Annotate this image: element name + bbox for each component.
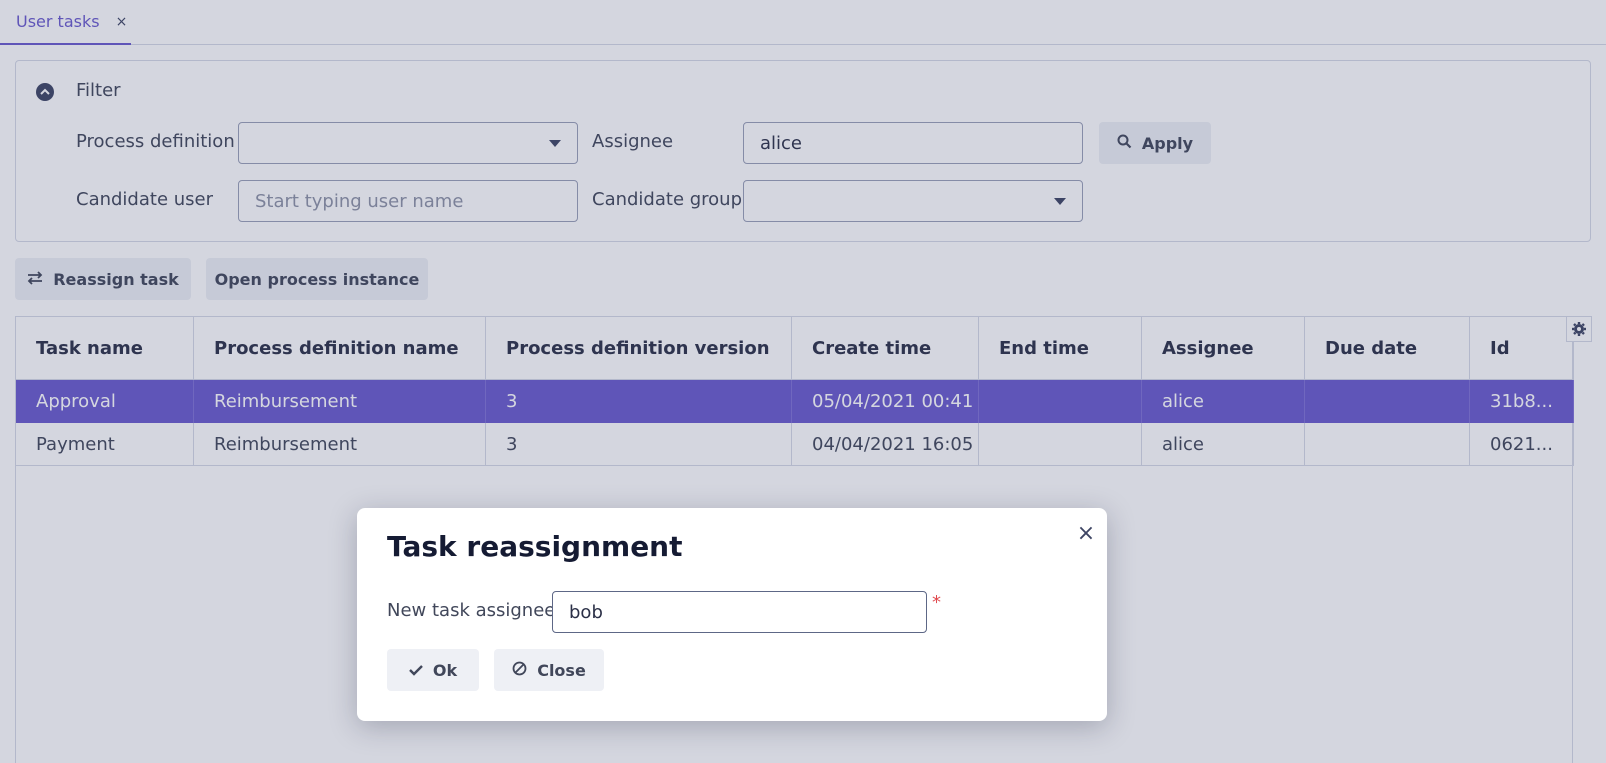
check-icon bbox=[409, 661, 423, 680]
task-reassignment-dialog: Task reassignment × New task assignee bo… bbox=[357, 508, 1107, 721]
close-icon[interactable]: × bbox=[1075, 521, 1097, 546]
new-assignee-label: New task assignee bbox=[387, 600, 556, 621]
required-indicator: * bbox=[932, 592, 941, 613]
ban-icon bbox=[512, 661, 527, 680]
close-button[interactable]: Close bbox=[494, 649, 604, 691]
ok-button[interactable]: Ok bbox=[387, 649, 479, 691]
dialog-title: Task reassignment bbox=[387, 530, 683, 563]
new-assignee-input[interactable]: bob bbox=[552, 591, 927, 633]
